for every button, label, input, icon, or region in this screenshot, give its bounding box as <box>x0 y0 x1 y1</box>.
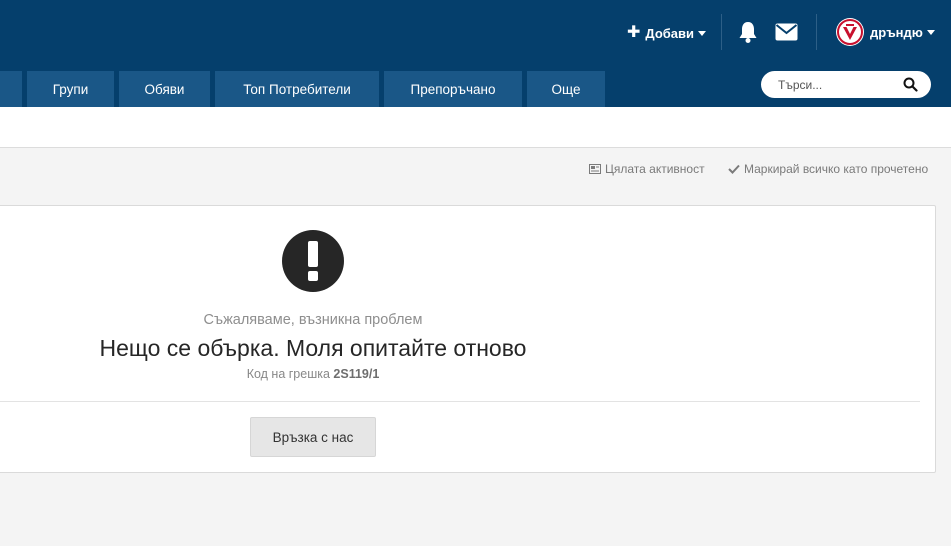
mark-all-read-link[interactable]: Маркирай всичко като прочетено <box>728 162 928 176</box>
exclamation-circle-icon <box>282 230 344 292</box>
error-code-label: Код на грешка <box>246 367 334 381</box>
all-activity-link[interactable]: Цялата активност <box>589 162 705 176</box>
envelope-icon[interactable] <box>775 23 798 41</box>
checkmark-icon <box>728 164 740 174</box>
breadcrumb-bar <box>0 107 951 148</box>
user-logo-icon <box>837 19 863 45</box>
user-menu[interactable]: дръндю <box>836 18 935 46</box>
nav-item-partial[interactable] <box>0 71 22 107</box>
divider <box>0 401 920 402</box>
nav-item-groups[interactable]: Групи <box>27 71 114 107</box>
username: дръндю <box>870 24 923 40</box>
all-activity-label: Цялата активност <box>605 162 705 176</box>
nav-item-more[interactable]: Още <box>527 71 605 107</box>
error-code: Код на грешка 2S119/1 <box>0 367 626 381</box>
search-box <box>761 71 931 98</box>
caret-down-icon <box>926 29 935 35</box>
header-divider <box>816 14 817 50</box>
plus-icon: ✚ <box>627 24 641 41</box>
search-icon[interactable] <box>903 77 918 92</box>
error-title: Нещо се обърка. Моля опитайте отново <box>99 335 527 361</box>
add-menu-label: Добави <box>645 25 695 41</box>
caret-down-icon <box>698 30 707 36</box>
nav-item-recommended[interactable]: Препоръчано <box>384 71 522 107</box>
avatar <box>836 18 864 46</box>
nav-item-top-users[interactable]: Топ Потребители <box>215 71 379 107</box>
error-code-value: 2S119/1 <box>333 367 380 381</box>
error-subtitle: Съжаляваме, възникна проблем <box>203 312 423 328</box>
bell-icon[interactable] <box>737 20 759 44</box>
nav-item-ads[interactable]: Обяви <box>119 71 210 107</box>
contact-us-button[interactable]: Връзка с нас <box>250 417 376 457</box>
activity-icon <box>589 164 601 174</box>
search-input[interactable] <box>778 77 896 92</box>
add-menu-button[interactable]: ✚ Добави <box>627 24 707 42</box>
header-divider <box>721 14 722 50</box>
mark-all-read-label: Маркирай всичко като прочетено <box>744 162 929 176</box>
